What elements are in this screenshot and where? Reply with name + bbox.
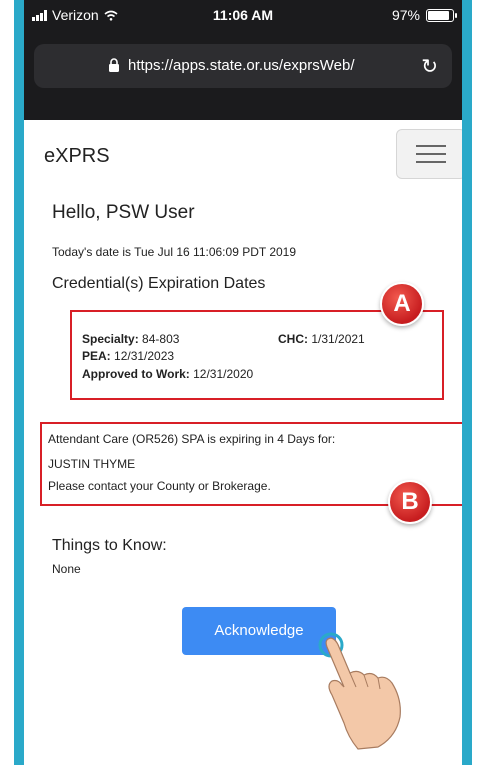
reload-icon[interactable]: ↻: [421, 54, 438, 79]
address-bar[interactable]: https://apps.state.or.us/exprsWeb/ ↻: [34, 44, 452, 88]
lock-icon: [109, 58, 119, 72]
hamburger-menu-button[interactable]: [396, 129, 462, 179]
alert-line-2: JUSTIN THYME: [48, 457, 136, 471]
callout-a-badge: A: [380, 282, 424, 326]
battery-indicator: 97%: [391, 7, 457, 23]
things-to-know-value: None: [52, 562, 81, 576]
specialty-row: Specialty: 84-803: [82, 332, 180, 346]
greeting: Hello, PSW User: [52, 202, 195, 223]
things-to-know-title: Things to Know:: [52, 537, 167, 554]
phone-screen: Verizon 11:06 AM 97% https://apps.state.…: [24, 0, 462, 765]
chc-row: CHC: 1/31/2021: [278, 332, 365, 346]
callout-b-badge: B: [388, 480, 432, 524]
alert-line-3: Please contact your County or Brokerage.: [48, 479, 271, 493]
acknowledge-button[interactable]: Acknowledge: [182, 607, 336, 655]
app-header: eXPRS: [24, 128, 462, 188]
url-text: https://apps.state.or.us/exprsWeb/: [128, 57, 355, 74]
hamburger-icon: [416, 145, 446, 147]
pointing-hand-icon: [318, 632, 401, 750]
credentials-title: Credential(s) Expiration Dates: [52, 275, 266, 292]
battery-icon: [426, 8, 457, 22]
alert-line-1: Attendant Care (OR526) SPA is expiring i…: [48, 432, 336, 446]
status-bar: Verizon 11:06 AM 97%: [24, 0, 462, 30]
battery-percent: 97%: [391, 7, 420, 23]
date-line: Today's date is Tue Jul 16 11:06:09 PDT …: [52, 245, 297, 259]
pea-row: PEA: 12/31/2023: [82, 349, 175, 363]
browser-chrome: Verizon 11:06 AM 97% https://apps.state.…: [24, 0, 462, 120]
approved-to-work-row: Approved to Work: 12/31/2020: [82, 367, 254, 381]
credentials-box: Specialty: 84-803 CHC: 1/31/2021 PEA: 12…: [70, 310, 444, 400]
brand-title: eXPRS: [44, 145, 110, 167]
